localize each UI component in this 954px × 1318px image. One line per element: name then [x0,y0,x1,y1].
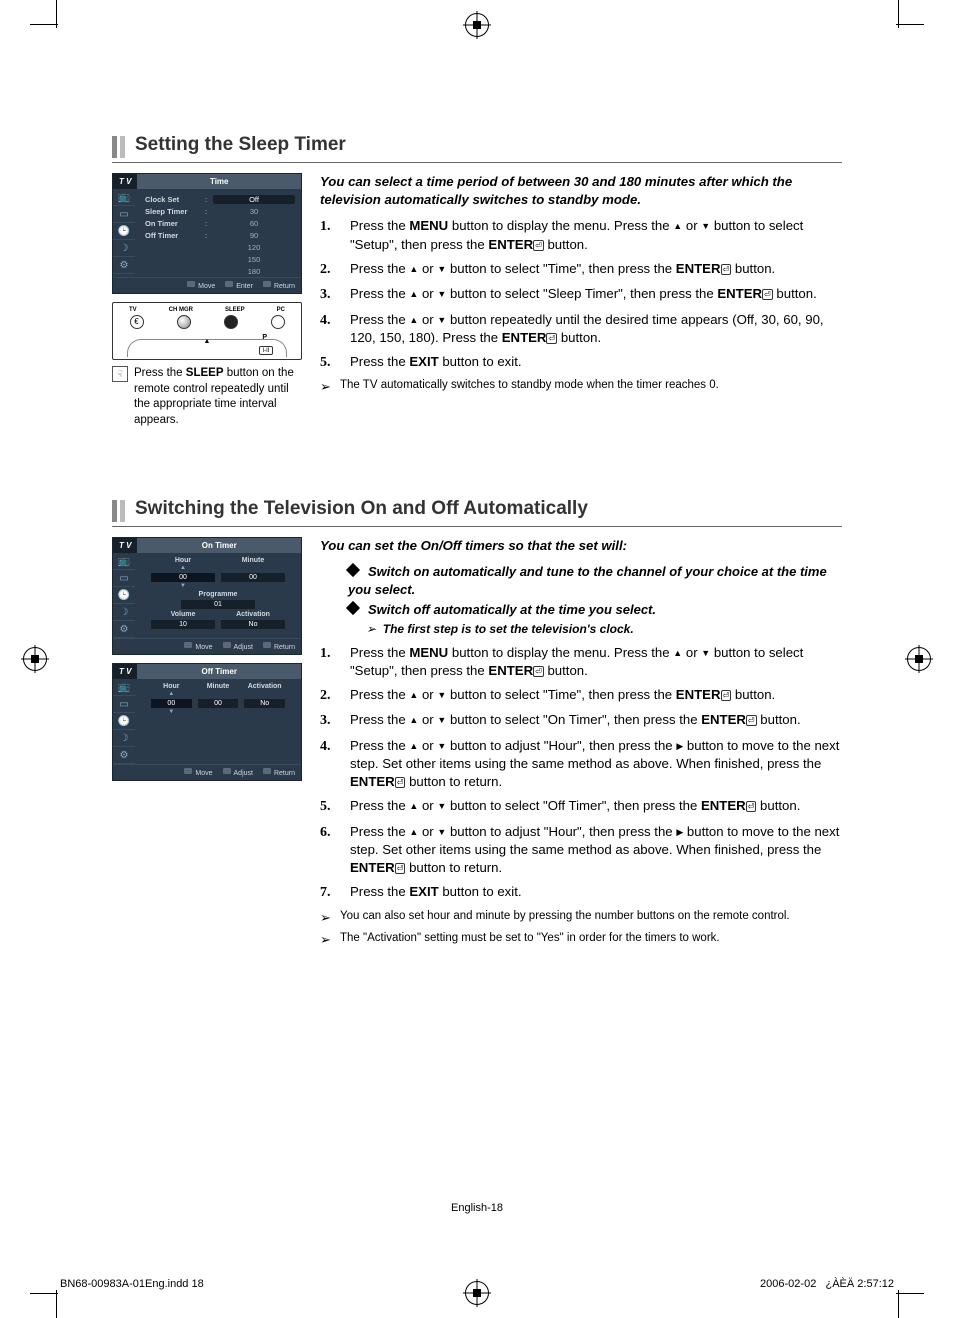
section2-intro: You can set the On/Off timers so that th… [320,537,842,555]
section2-note-1: ➢You can also set hour and minute by pre… [320,909,842,927]
section2-subnote: ➢ The first step is to set the televisio… [366,621,842,638]
section1-steps: 1.Press the MENU button to display the m… [320,217,842,372]
registration-mark-left [24,648,46,670]
remote-icon: ☟ [112,366,128,382]
section2-bullet-1: Switch on automatically and tune to the … [348,563,842,599]
sleep-tip: ☟ Press the SLEEP button on the remote c… [112,366,302,428]
osd-time-menu: T V Time 📺▭🕒☽⚙ Clock Set:OffSleep Timer:… [112,173,302,294]
section2-title: Switching the Television On and Off Auto… [135,498,588,520]
section2-steps: 1.Press the MENU button to display the m… [320,644,842,903]
section2-bullet-2: Switch off automatically at the time you… [348,601,842,619]
section1-note: ➢The TV automatically switches to standb… [320,378,842,396]
doc-footer-right: 2006-02-02 ¿ÀÈÄ 2:57:12 [760,1278,894,1290]
doc-footer-left: BN68-00983A-01Eng.indd 18 [60,1278,204,1290]
osd-on-timer: T VOn Timer 📺▭🕒☽⚙ HourMinute ▲ 0000 ▼ Pr… [112,537,302,655]
section2-note-2: ➢The "Activation" setting must be set to… [320,931,842,949]
osd-off-timer: T VOff Timer 📺▭🕒☽⚙ HourMinuteActivation … [112,663,302,781]
section1-title: Setting the Sleep Timer [135,134,346,156]
registration-mark-right [908,648,930,670]
section1-intro: You can select a time period of between … [320,173,842,209]
page-number: English-18 [56,1202,898,1214]
remote-diagram: TV CH MGR SLEEP PC P ▲ I-II [112,302,302,360]
